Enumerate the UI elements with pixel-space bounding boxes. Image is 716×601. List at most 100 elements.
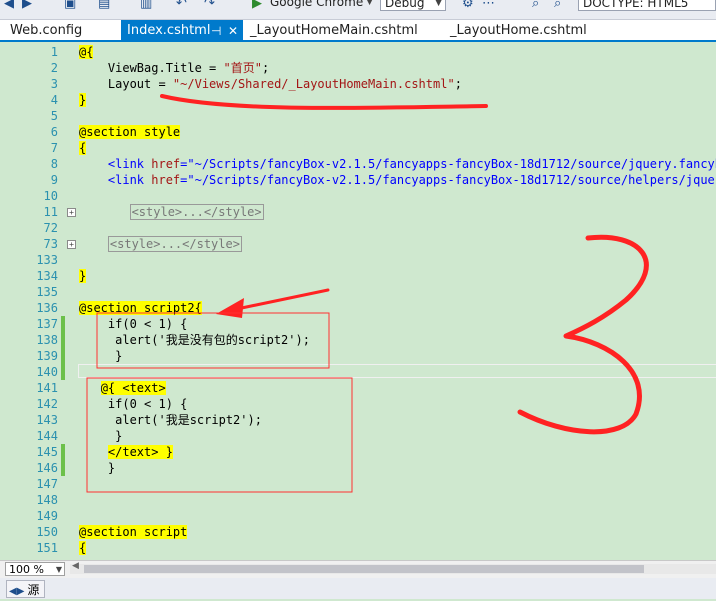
code-token: }: [79, 349, 123, 363]
code-line[interactable]: 9 <link href="~/Scripts/fancyBox-v2.1.5/…: [0, 172, 716, 188]
code-line[interactable]: 137 if(0 < 1) {: [0, 316, 716, 332]
save-all-icon[interactable]: ▥: [140, 0, 152, 12]
line-number: 135: [36, 285, 58, 299]
code-line[interactable]: 7{: [0, 140, 716, 156]
horizontal-scrollbar[interactable]: ◀: [70, 561, 716, 574]
code-line[interactable]: 136 @section script2{: [0, 300, 716, 316]
code-line[interactable]: 151 {: [0, 540, 716, 556]
code-token: <link: [79, 157, 152, 171]
code-token: }: [79, 461, 116, 475]
code-line[interactable]: 134}: [0, 268, 716, 284]
editor-status-bar: 100 % ▼ ◀: [0, 560, 716, 578]
scroll-left-icon[interactable]: ◀: [72, 561, 79, 571]
code-token: {: [79, 541, 87, 555]
code-line[interactable]: 150 @section script: [0, 524, 716, 540]
zoom-level: 100 %: [9, 563, 44, 576]
code-line[interactable]: 8 <link href="~/Scripts/fancyBox-v2.1.5/…: [0, 156, 716, 172]
change-marker: [61, 444, 65, 460]
code-token: }: [79, 93, 87, 107]
line-number: 137: [36, 317, 58, 331]
line-number: 141: [36, 381, 58, 395]
code-line[interactable]: 10: [0, 188, 716, 204]
code-line[interactable]: 144 }: [0, 428, 716, 444]
code-line[interactable]: 133: [0, 252, 716, 268]
undo-icon[interactable]: ↶: [176, 0, 187, 12]
code-line[interactable]: 147: [0, 476, 716, 492]
code-line[interactable]: 3 Layout = "~/Views/Shared/_LayoutHomeMa…: [0, 76, 716, 92]
expand-icon[interactable]: +: [67, 208, 76, 217]
line-number: 148: [36, 493, 58, 507]
code-line[interactable]: 4}: [0, 92, 716, 108]
tab-label: _LayoutHomeMain.cshtml: [250, 23, 418, 38]
expand-icon[interactable]: +: [67, 240, 76, 249]
back-icon[interactable]: ◀: [4, 0, 14, 12]
code-token: alert('我是没有包的script2');: [79, 333, 310, 347]
config-selector[interactable]: Debug ▼: [380, 0, 446, 11]
forward-icon[interactable]: ▶: [22, 0, 32, 12]
code-line[interactable]: 72: [0, 220, 716, 236]
code-token: @section script: [79, 525, 188, 539]
code-text: </text> }: [79, 444, 173, 460]
code-line[interactable]: 5: [0, 108, 716, 124]
line-number: 144: [36, 429, 58, 443]
tab-web-config[interactable]: Web.config: [4, 20, 120, 40]
code-line[interactable]: 142 if(0 < 1) {: [0, 396, 716, 412]
code-text: <link href="~/Scripts/fancyBox-v2.1.5/fa…: [79, 156, 716, 172]
code-line[interactable]: 138 alert('我是没有包的script2');: [0, 332, 716, 348]
code-editor[interactable]: 1 @{2 ViewBag.Title = "首页"; 3 Layout = "~/…: [0, 42, 716, 560]
close-icon[interactable]: ✕: [228, 20, 238, 42]
code-line[interactable]: 2 ViewBag.Title = "首页";: [0, 60, 716, 76]
code-line[interactable]: 141 @{ <text>: [0, 380, 716, 396]
line-number: 5: [50, 109, 58, 123]
code-line[interactable]: 143 alert('我是script2');: [0, 412, 716, 428]
tab-layout-home-main[interactable]: _LayoutHomeMain.cshtml: [244, 20, 440, 40]
line-number: 73: [43, 237, 58, 251]
zoom-selector[interactable]: 100 % ▼: [5, 562, 65, 576]
code-line[interactable]: 149: [0, 508, 716, 524]
code-line[interactable]: 6 @section style: [0, 124, 716, 140]
tab-layout-home[interactable]: _LayoutHome.cshtml: [444, 20, 624, 40]
source-view-button[interactable]: ◀▶ 源: [6, 580, 46, 598]
line-number: 7: [50, 141, 58, 155]
code-text: ViewBag.Title = "首页";: [79, 60, 269, 76]
code-line[interactable]: 73 + <style>...</style>: [0, 236, 716, 252]
code-line[interactable]: 135: [0, 284, 716, 300]
code-line[interactable]: 146 }: [0, 460, 716, 476]
code-line[interactable]: 148: [0, 492, 716, 508]
line-number: 134: [36, 269, 58, 283]
attach-icon[interactable]: ⚙: [462, 0, 474, 12]
line-number: 3: [50, 77, 58, 91]
change-marker: [61, 460, 65, 476]
navigate-icon[interactable]: ⌕: [554, 0, 561, 12]
tab-index-cshtml[interactable]: Index.cshtml ⊣ ✕: [121, 20, 243, 40]
change-marker: [61, 364, 65, 380]
new-file-icon[interactable]: ▣: [64, 0, 76, 12]
find-icon[interactable]: ⌕: [532, 0, 539, 12]
redo-icon[interactable]: ↷: [204, 0, 215, 12]
scrollbar-thumb[interactable]: [84, 565, 644, 573]
code-text: <link href="~/Scripts/fancyBox-v2.1.5/fa…: [79, 172, 716, 188]
code-token: }: [79, 429, 123, 443]
line-number: 6: [50, 125, 58, 139]
code-line[interactable]: 145 </text> }: [0, 444, 716, 460]
code-token: }: [79, 269, 87, 283]
run-icon[interactable]: ▶: [252, 0, 262, 12]
doctype-selector[interactable]: DOCTYPE: HTML5: [578, 0, 716, 11]
line-number: 11: [43, 205, 58, 219]
code-text: }: [79, 348, 122, 364]
code-token: @{ <text>: [100, 381, 166, 395]
code-line[interactable]: 1 @{: [0, 44, 716, 60]
browser-selector[interactable]: Google Chrome ▼: [266, 0, 376, 11]
code-text: <style>...</style>: [79, 236, 242, 252]
code-line[interactable]: 139 }: [0, 348, 716, 364]
code-line[interactable]: 11 + <style>...</style>: [0, 204, 716, 220]
code-text: @section script2{: [79, 300, 202, 316]
code-text: }: [79, 92, 87, 108]
code-token: <style>...</style>: [107, 236, 242, 252]
tools-icon[interactable]: ⋯: [482, 0, 495, 12]
save-icon[interactable]: ▤: [98, 0, 110, 12]
pin-icon[interactable]: ⊣: [211, 20, 221, 42]
code-token: <style>...</style>: [129, 204, 264, 220]
